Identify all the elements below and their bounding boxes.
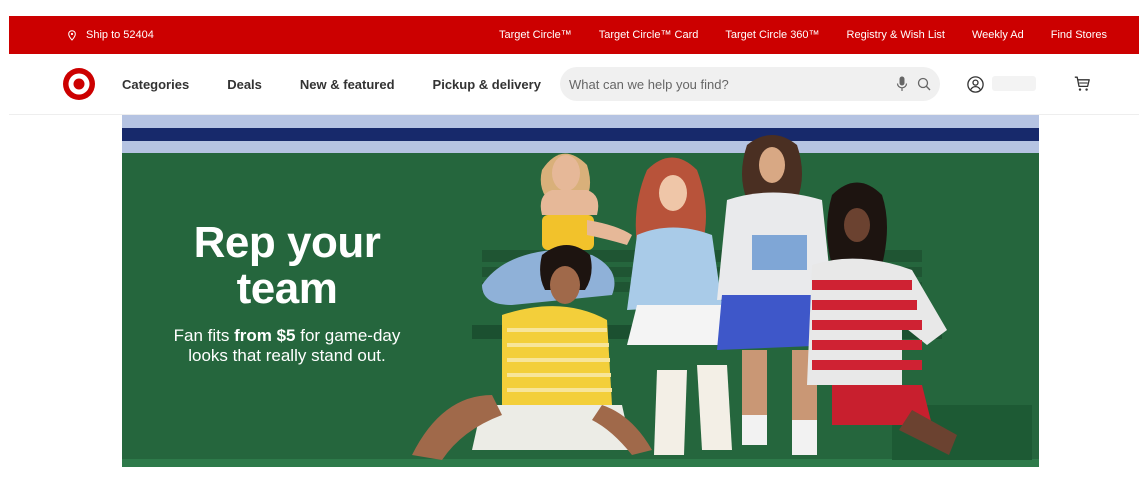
ship-to-label: Ship to 52404 [86, 29, 154, 41]
target-circle-card-link[interactable]: Target Circle™ Card [599, 29, 699, 41]
nav-pickup-delivery[interactable]: Pickup & delivery [433, 77, 541, 92]
hero-banner[interactable]: Rep your team Fan fits from $5 for game-… [122, 115, 1039, 467]
nav-new-featured[interactable]: New & featured [300, 77, 395, 92]
hero-copy: Rep your team Fan fits from $5 for game-… [162, 220, 412, 366]
target-circle-link[interactable]: Target Circle™ [499, 29, 572, 41]
main-nav: Categories Deals New & featured Pickup &… [122, 54, 579, 115]
nav-deals[interactable]: Deals [227, 77, 262, 92]
target-logo[interactable] [62, 67, 96, 101]
hero-subtitle-price: from $5 [234, 326, 296, 345]
account-name-placeholder[interactable] [992, 76, 1036, 91]
ship-to-link[interactable]: Ship to 52404 [67, 29, 154, 41]
search-icon[interactable] [917, 77, 931, 91]
hero-title: Rep your team [162, 220, 412, 312]
utility-bar: Ship to 52404 Target Circle™ Target Circ… [9, 16, 1139, 54]
hero-subtitle: Fan fits from $5 for game-day looks that… [162, 326, 412, 366]
hero-photo [412, 135, 1032, 460]
hero-title-line-1: Rep your [193, 218, 381, 267]
target-circle-360-link[interactable]: Target Circle 360™ [725, 29, 819, 41]
registry-wish-list-link[interactable]: Registry & Wish List [847, 29, 945, 41]
nav-categories[interactable]: Categories [122, 77, 189, 92]
hero-title-line-2: team [236, 264, 338, 313]
find-stores-link[interactable]: Find Stores [1051, 29, 1107, 41]
utility-links: Target Circle™ Target Circle™ Card Targe… [499, 29, 1107, 41]
main-header: Categories Deals New & featured Pickup &… [9, 54, 1139, 115]
account-icon[interactable] [967, 76, 984, 93]
model-blue-cardigan [627, 157, 737, 455]
cart-icon[interactable] [1074, 76, 1090, 92]
search-input[interactable] [569, 76, 869, 92]
microphone-icon[interactable] [896, 76, 908, 92]
weekly-ad-link[interactable]: Weekly Ad [972, 29, 1024, 41]
location-pin-icon [68, 29, 76, 41]
hero-subtitle-pre: Fan fits [173, 326, 235, 345]
search-bar [560, 67, 940, 101]
